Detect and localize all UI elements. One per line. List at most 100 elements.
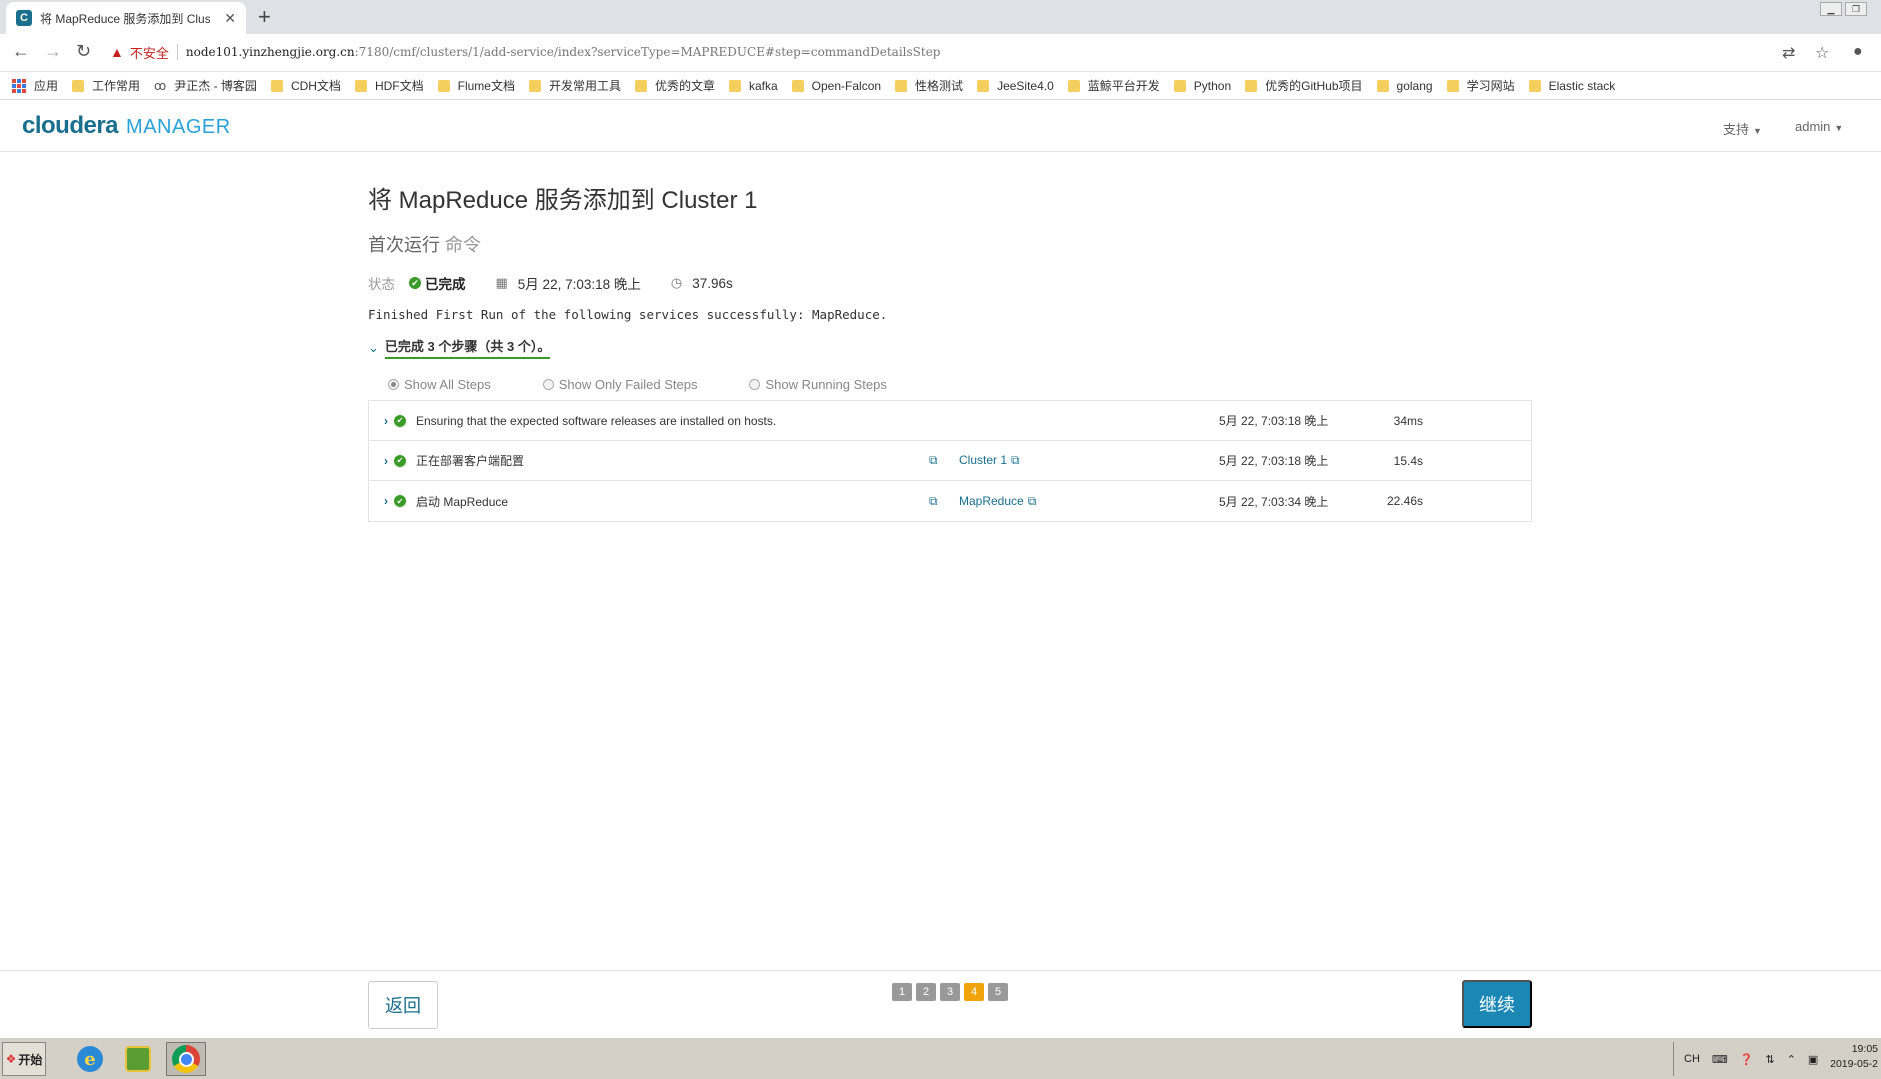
bookmark-label: 蓝鲸平台开发 <box>1087 79 1160 93</box>
back-button[interactable]: 返回 <box>368 981 438 1029</box>
bookmark-label: golang <box>1396 78 1433 93</box>
browser-tab-active[interactable]: C 将 MapReduce 服务添加到 Clust ✕ <box>6 2 246 34</box>
filter-all-steps[interactable]: Show All Steps <box>388 377 491 392</box>
external-link-icon[interactable]: ⧉ <box>929 494 938 509</box>
bookmark-link[interactable]: ꝏ 尹正杰 - 博客园 <box>154 77 257 94</box>
warning-triangle-icon: ▲ <box>110 44 124 60</box>
bookmark-folder[interactable]: kafka <box>728 79 778 93</box>
radio-button[interactable] <box>542 379 554 390</box>
radio-button[interactable] <box>749 379 761 390</box>
continue-button[interactable]: 继续 <box>1462 980 1532 1028</box>
start-label: 开始 <box>18 1052 43 1067</box>
page-subtitle: 首次运行 命令 <box>368 231 1532 257</box>
tab-title: 将 MapReduce 服务添加到 Clust <box>40 11 210 26</box>
bookmark-star-icon[interactable]: ☆ <box>1815 43 1829 63</box>
bookmark-folder[interactable]: Open-Falcon <box>791 79 881 93</box>
taskbar-chrome[interactable] <box>166 1042 206 1076</box>
app-header: cloudera MANAGER 支持 ▼ admin ▼ <box>0 100 1881 152</box>
success-check-icon: ✔ <box>409 277 421 289</box>
bookmark-folder[interactable]: 性格测试 <box>895 77 963 94</box>
support-menu[interactable]: 支持 ▼ <box>1723 119 1762 138</box>
url-path: :7180/cmf/clusters/1/add-service/index?s… <box>354 45 941 59</box>
steps-table: › ✔ Ensuring that the expected software … <box>368 400 1532 522</box>
status-label: 状态 <box>368 277 395 292</box>
external-link-icon[interactable]: ⧉ <box>929 453 938 468</box>
profile-icon[interactable]: ● <box>1853 43 1863 61</box>
chevron-right-icon[interactable]: › <box>384 454 388 468</box>
apps-grid-icon <box>12 78 26 93</box>
window-restore-icon[interactable]: ❐ <box>1845 2 1867 16</box>
folder-icon <box>1528 79 1541 92</box>
bookmark-folder[interactable]: 蓝鲸平台开发 <box>1067 77 1160 94</box>
table-row[interactable]: › ✔ Ensuring that the expected software … <box>369 401 1531 441</box>
bookmark-folder[interactable]: 优秀的GitHub项目 <box>1245 77 1363 94</box>
bookmark-folder[interactable]: JeeSite4.0 <box>977 79 1054 93</box>
taskbar-vsphere[interactable] <box>118 1042 158 1076</box>
bookmark-folder[interactable]: Elastic stack <box>1528 79 1615 93</box>
browser-tabbar: C 将 MapReduce 服务添加到 Clust ✕ + ▁ ❐ <box>0 0 1881 34</box>
folder-icon <box>72 79 85 92</box>
page-step-3[interactable]: 3 <box>940 983 960 1001</box>
back-arrow-icon[interactable]: ← <box>12 41 30 62</box>
clock-icon: ◷ <box>670 275 683 290</box>
translate-icon[interactable]: ⇄ <box>1782 43 1795 63</box>
step-time: 5月 22, 7:03:18 晚上 <box>1219 414 1329 428</box>
insecure-label[interactable]: 不安全 <box>130 43 169 62</box>
steps-toggle[interactable]: ⌄ 已完成 3 个步骤（共 3 个）。 <box>368 336 1532 359</box>
bookmark-folder[interactable]: CDH文档 <box>270 77 341 94</box>
bookmark-folder[interactable]: 开发常用工具 <box>528 77 621 94</box>
bookmark-label: 应用 <box>34 79 59 93</box>
bookmark-label: 开发常用工具 <box>548 79 621 93</box>
radio-button[interactable] <box>388 379 399 390</box>
bookmark-label: CDH文档 <box>290 79 341 93</box>
wizard-pager: 1 2 3 4 5 <box>892 983 1012 1001</box>
help-icon[interactable]: ❓ <box>1740 1053 1754 1066</box>
logo-cloudera-text: cloudera <box>22 112 119 139</box>
keyboard-icon[interactable]: ⌨ <box>1712 1053 1728 1066</box>
window-minimize-icon[interactable]: ▁ <box>1820 2 1842 16</box>
blog-icon: ꝏ <box>154 78 167 93</box>
chevron-right-icon[interactable]: › <box>384 414 388 428</box>
bookmark-folder[interactable]: Flume文档 <box>437 77 515 94</box>
step-link[interactable]: MapReduce ⧉ <box>959 494 1036 509</box>
user-menu[interactable]: admin ▼ <box>1795 119 1843 134</box>
table-row[interactable]: › ✔ 正在部署客户端配置 ⧉ Cluster 1 ⧉ 5月 22, 7:03:1… <box>369 441 1531 481</box>
page-step-2[interactable]: 2 <box>916 983 936 1001</box>
input-language[interactable]: CH <box>1684 1053 1700 1065</box>
bookmark-label: 优秀的文章 <box>654 79 715 93</box>
new-tab-button[interactable]: + <box>258 4 271 30</box>
bookmark-folder[interactable]: 优秀的文章 <box>634 77 715 94</box>
step-duration: 15.4s <box>1393 453 1423 468</box>
table-row[interactable]: › ✔ 启动 MapReduce ⧉ MapReduce ⧉ 5月 22, 7:0… <box>369 481 1531 521</box>
reload-icon[interactable]: ↻ <box>76 41 91 62</box>
success-check-icon: ✔ <box>394 495 406 507</box>
bookmark-label: JeeSite4.0 <box>997 78 1054 93</box>
wizard-footer: 返回 1 2 3 4 5 继续 <box>0 970 1881 1037</box>
page-step-4-active[interactable]: 4 <box>964 983 984 1001</box>
filter-failed-steps[interactable]: Show Only Failed Steps <box>542 377 697 392</box>
address-bar[interactable]: ▲ 不安全 node101.yinzhengjie.org.cn :7180/c… <box>110 38 1790 66</box>
bookmark-folder[interactable]: HDF文档 <box>354 77 424 94</box>
bookmark-apps[interactable]: 应用 <box>12 77 58 94</box>
tray-expand-icon[interactable]: ⌃ <box>1787 1053 1796 1066</box>
bookmark-folder[interactable]: 工作常用 <box>72 77 140 94</box>
folder-icon <box>728 79 741 92</box>
filter-running-steps[interactable]: Show Running Steps <box>749 377 887 392</box>
vsphere-client-icon <box>125 1046 151 1072</box>
forward-arrow-icon[interactable]: → <box>44 41 62 62</box>
tab-close-icon[interactable]: ✕ <box>224 10 236 27</box>
folder-icon <box>895 79 908 92</box>
bookmark-folder[interactable]: 学习网站 <box>1446 77 1515 94</box>
bookmark-folder[interactable]: golang <box>1376 78 1433 93</box>
cloudera-manager-logo[interactable]: cloudera MANAGER <box>22 112 231 140</box>
page-step-5[interactable]: 5 <box>988 983 1008 1001</box>
system-clock[interactable]: 19:05 2019-05-2 <box>1820 1042 1878 1072</box>
page-step-1[interactable]: 1 <box>892 983 912 1001</box>
start-button[interactable]: ❖ 开始 <box>2 1042 46 1076</box>
step-link[interactable]: Cluster 1 ⧉ <box>959 453 1020 468</box>
network-icon[interactable]: ⇅ <box>1765 1053 1774 1066</box>
bookmark-folder[interactable]: Python <box>1173 79 1231 93</box>
taskbar-ie[interactable]: e <box>70 1042 110 1076</box>
volume-icon[interactable]: ▣ <box>1808 1053 1818 1066</box>
chevron-right-icon[interactable]: › <box>384 494 388 508</box>
